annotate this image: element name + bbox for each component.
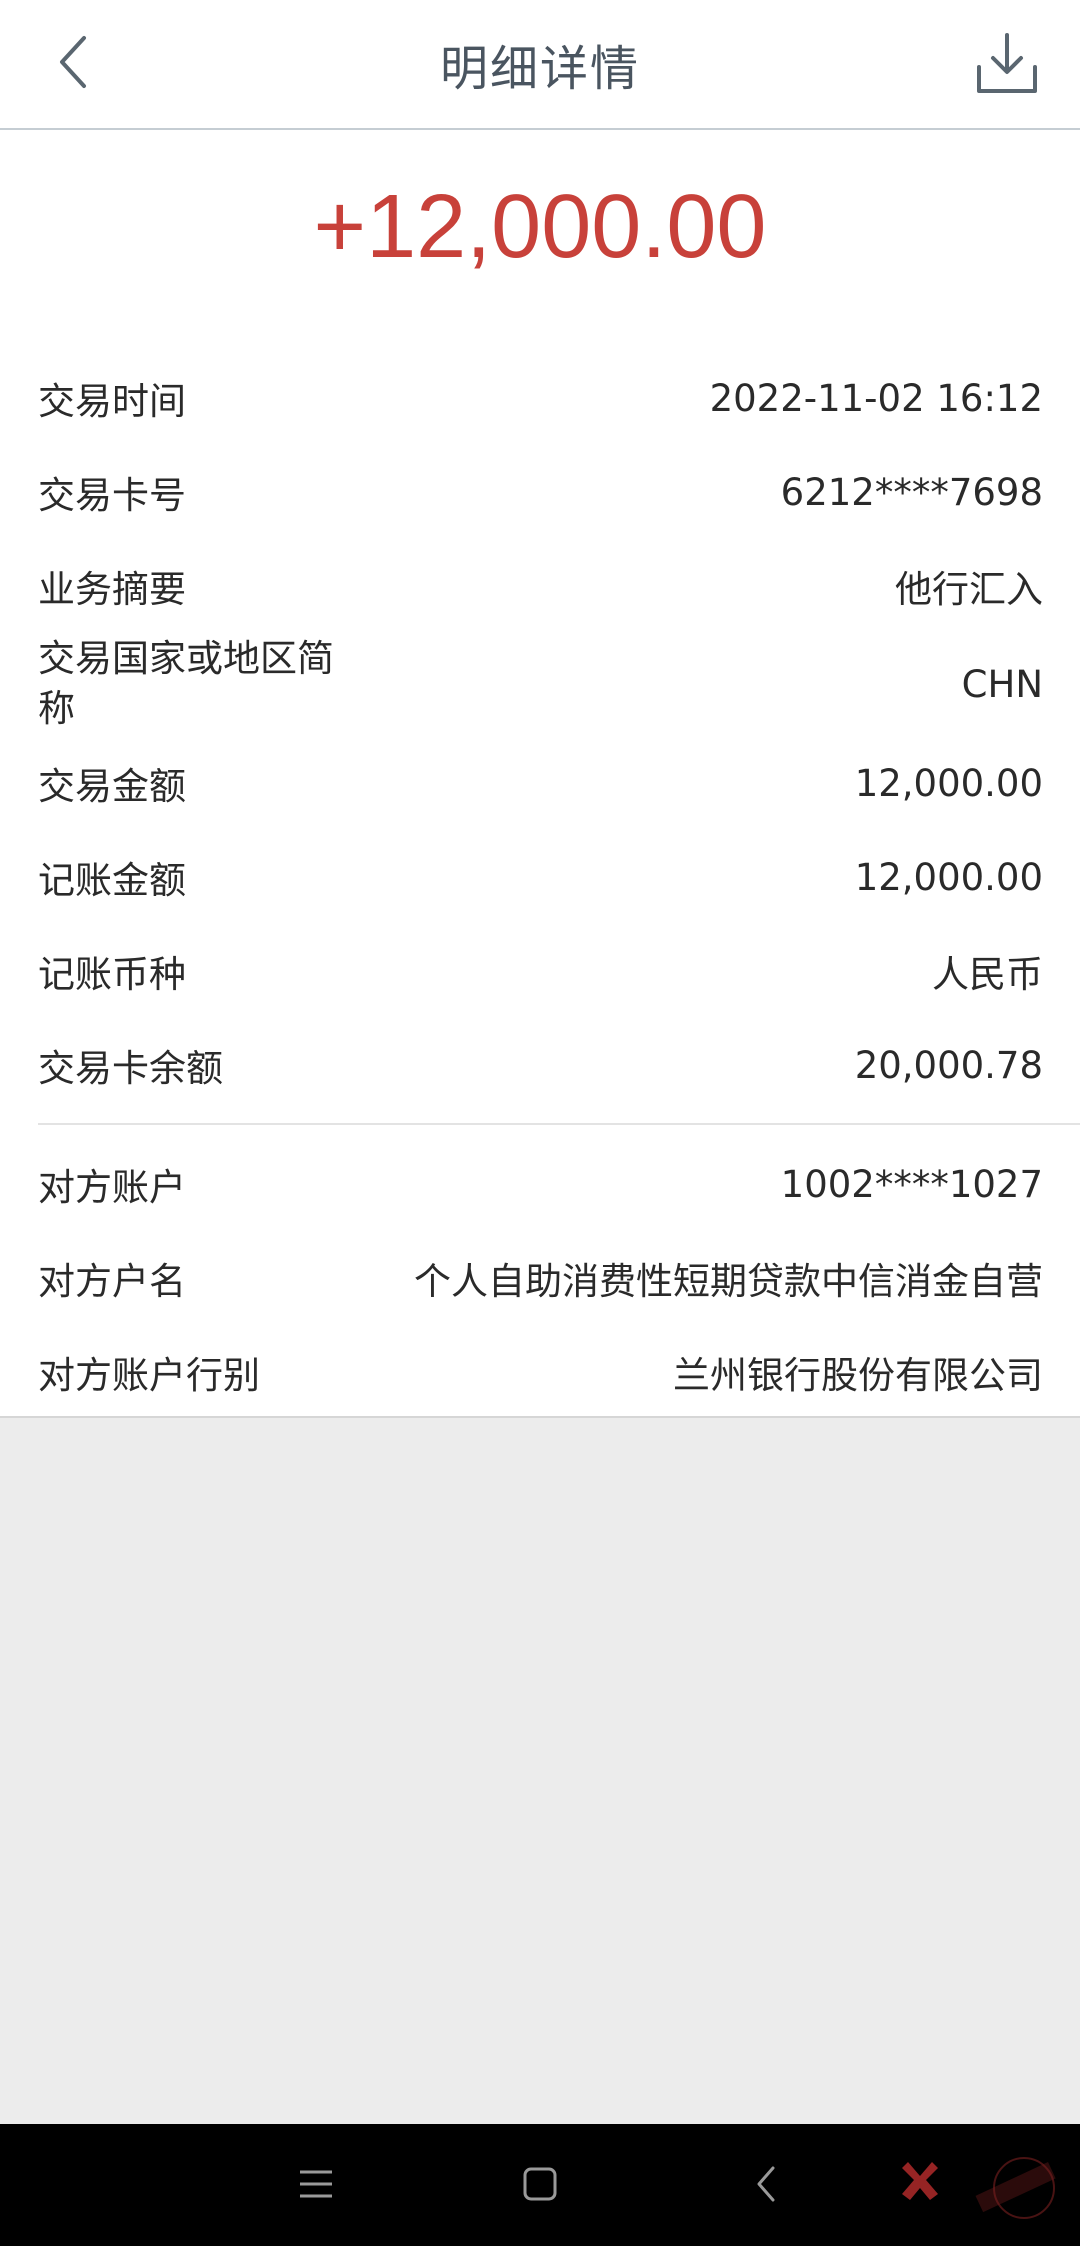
detail-label: 对方账户行别 [38,1354,260,1397]
detail-card: +12,000.00 交易时间 2022-11-02 16:12 交易卡号 62… [0,130,1080,1418]
detail-value: CHN [961,662,1043,706]
detail-row-currency: 记账币种 人民币 [38,941,1043,1001]
transaction-amount: +12,000.00 [313,177,767,277]
section-divider [38,1123,1080,1125]
detail-row-time: 交易时间 2022-11-02 16:12 [38,368,1043,428]
detail-row-booked-amount: 记账金额 12,000.00 [38,847,1043,907]
detail-value: 1002****1027 [780,1162,1043,1206]
app-header: 明细详情 [0,0,1080,130]
detail-row-counterparty-name: 对方户名 个人自助消费性短期贷款中信消金自营 [38,1248,1043,1308]
detail-label: 记账金额 [38,859,186,902]
detail-label: 记账币种 [38,953,186,996]
detail-row-trade-amount: 交易金额 12,000.00 [38,753,1043,813]
detail-label: 交易卡余额 [38,1047,223,1090]
detail-row-counterparty-account: 对方账户 1002****1027 [38,1154,1043,1214]
detail-label: 对方账户 [38,1166,186,1209]
nav-menu-button[interactable] [286,2154,346,2214]
detail-row-counterparty-bank: 对方账户行别 兰州银行股份有限公司 [38,1342,1043,1402]
menu-icon [300,2170,332,2198]
system-navigation-bar [0,2124,1080,2246]
detail-label: 交易时间 [38,380,186,423]
detail-value: 20,000.78 [854,1043,1043,1087]
detail-value: 12,000.00 [854,855,1043,899]
detail-value: 兰州银行股份有限公司 [673,1354,1043,1397]
detail-value: 他行汇入 [895,568,1043,611]
detail-label: 交易国家或地区简称 [38,637,334,730]
nav-back-button[interactable] [736,2154,796,2214]
watermark-logo [884,2148,1074,2228]
detail-row-balance: 交易卡余额 20,000.78 [38,1035,1043,1095]
back-icon [757,2166,775,2202]
download-button[interactable] [972,28,1042,98]
detail-row-summary: 业务摘要 他行汇入 [38,556,1043,616]
detail-row-country: 交易国家或地区简称 CHN [38,634,1043,734]
detail-label: 交易金额 [38,765,186,808]
detail-row-card-number: 交易卡号 6212****7698 [38,462,1043,522]
download-icon [977,33,1037,93]
detail-label: 业务摘要 [38,568,186,611]
transaction-detail-page: 明细详情 +12,000.00 交易时间 2022-11-02 16:12 交易… [0,0,1080,2246]
nav-home-button[interactable] [510,2154,570,2214]
detail-value: 6212****7698 [780,470,1043,514]
home-icon [523,2167,557,2201]
detail-label: 对方户名 [38,1260,186,1303]
detail-value: 人民币 [932,953,1043,996]
detail-value: 2022-11-02 16:12 [709,376,1043,420]
detail-label: 交易卡号 [38,474,186,517]
detail-value: 个人自助消费性短期贷款中信消金自营 [414,1260,1043,1303]
page-title: 明细详情 [439,41,640,97]
detail-value: 12,000.00 [854,761,1043,805]
